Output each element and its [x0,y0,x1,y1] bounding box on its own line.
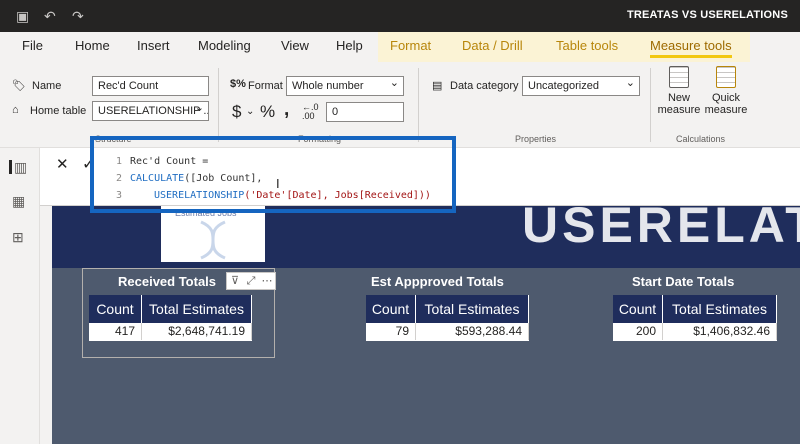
visual-title: Est Appproved Totals [371,274,504,289]
currency-dropdown-icon[interactable]: ⌄ [246,106,254,117]
focus-mode-icon[interactable]: ⤢ [243,273,259,289]
formula-highlight-box [90,136,456,213]
visual-title: Received Totals [118,274,217,289]
ribbon-separator [650,68,651,142]
data-view-icon[interactable]: ▦ [12,194,28,208]
redo-icon[interactable]: ↷ [72,8,84,24]
logo-image: Estimated Jobs [161,206,265,262]
save-icon[interactable]: ▣ [16,8,29,24]
home-table-dropdown[interactable]: USERELATIONSHIP ... [92,101,209,121]
table-header-total-estimates[interactable]: Total Estimates [663,295,777,323]
totals-table[interactable]: Count Total Estimates 79 $593,288.44 [366,295,529,341]
name-field[interactable]: Rec'd Count [92,76,209,96]
table-cell-total: $2,648,741.19 [142,323,252,340]
format-icon: $% [230,78,246,90]
table-header-count[interactable]: Count [366,295,416,323]
tab-table-tools[interactable]: Table tools [556,38,618,53]
table-header-count[interactable]: Count [89,295,142,323]
format-label: Format [248,80,283,92]
tab-measure-tools[interactable]: Measure tools [650,38,732,58]
home-table-icon: ⌂ [12,104,19,116]
tab-file[interactable]: File [22,38,43,53]
visual-header-toolbar: ⊽ ⤢ ⋯ [226,272,276,290]
ribbon-separator [418,68,419,142]
properties-group-label: Properties [515,134,557,144]
tab-modeling[interactable]: Modeling [198,38,251,53]
table-cell-count: 200 [613,323,663,340]
ribbon-separator [218,68,219,142]
filter-icon[interactable]: ⊽ [227,273,243,289]
table-cell-total: $593,288.44 [416,323,529,340]
table-header-count[interactable]: Count [613,295,663,323]
totals-table[interactable]: Count Total Estimates 200 $1,406,832.46 [613,295,777,341]
tab-help[interactable]: Help [336,38,363,53]
tab-data-drill[interactable]: Data / Drill [462,38,523,53]
format-dropdown[interactable]: Whole number [286,76,404,96]
table-header-total-estimates[interactable]: Total Estimates [416,295,529,323]
percent-button[interactable]: % [260,102,275,122]
data-category-value: Uncategorized [528,80,599,92]
window-title: TREATAS VS USERELATIONS [626,9,788,21]
home-table-label: Home table [30,105,87,117]
table-cell-count: 79 [366,323,416,340]
quick-measure-label-1: Quick [711,92,741,104]
calculations-group-label: Calculations [676,134,726,144]
title-bar: ▣ ↶ ↷ TREATAS VS USERELATIONS [0,0,800,32]
calculator-icon [669,66,689,88]
currency-button[interactable]: $ [232,102,241,122]
more-options-icon[interactable]: ⋯ [259,273,275,289]
totals-table[interactable]: Count Total Estimates 417 $2,648,741.19 [89,295,252,341]
table-cell-count: 417 [89,323,142,340]
format-value: Whole number [292,80,364,92]
undo-icon[interactable]: ↶ [44,8,56,24]
tab-home[interactable]: Home [75,38,110,53]
decimal-places-field[interactable]: 0 [326,102,404,122]
data-category-label: Data category [450,80,519,92]
data-category-icon: ▤ [432,80,443,92]
quick-measure-label-2: measure [704,104,748,116]
quick-measure-icon [716,66,736,88]
new-measure-label-2: measure [657,104,701,116]
data-category-dropdown[interactable]: Uncategorized [522,76,640,96]
name-label: Name [32,80,62,92]
report-view-icon[interactable]: ▥ [9,160,27,174]
new-measure-button[interactable]: New measure [656,66,702,116]
home-table-value: USERELATIONSHIP ... [98,105,209,117]
new-measure-label-1: New [667,92,690,104]
tab-format[interactable]: Format [390,38,431,53]
model-view-icon[interactable]: ⊞ [12,230,28,244]
decimal-places-icon[interactable]: ←.0.00 [302,103,319,121]
visual-title: Start Date Totals [632,274,735,289]
quick-measure-button[interactable]: Quick measure [703,66,749,116]
view-rail: ▥ ▦ ⊞ [0,148,40,444]
tab-view[interactable]: View [281,38,309,53]
comma-button[interactable]: , [284,99,289,121]
table-header-total-estimates[interactable]: Total Estimates [142,295,252,323]
cancel-icon[interactable]: ✕ [56,155,69,173]
ribbon-tabs: File Home Insert Modeling View Help Form… [0,32,800,62]
tab-insert[interactable]: Insert [137,38,170,53]
banner-title: USERELATIONS [522,206,800,253]
name-icon: 🏷 [12,80,26,92]
table-cell-total: $1,406,832.46 [663,323,777,340]
dna-icon [200,220,226,260]
